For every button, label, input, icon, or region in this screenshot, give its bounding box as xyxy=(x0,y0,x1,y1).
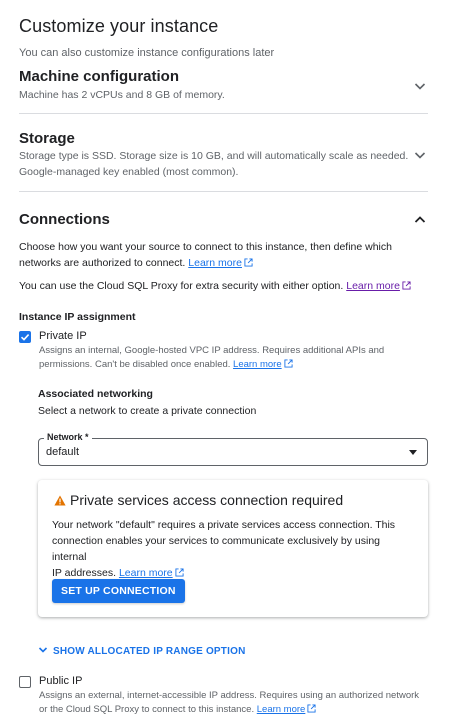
checkmark-icon xyxy=(20,334,30,341)
psa-learn-more-link[interactable]: Learn more xyxy=(119,567,184,579)
external-link-icon xyxy=(307,704,316,713)
machine-config-desc: Machine has 2 vCPUs and 8 GB of memory. xyxy=(19,89,225,101)
show-allocated-ip-range-toggle[interactable]: SHOW ALLOCATED IP RANGE OPTION xyxy=(38,645,245,657)
proxy-learn-more-link[interactable]: Learn more xyxy=(346,280,411,292)
external-link-icon xyxy=(175,568,184,577)
private-ip-label[interactable]: Private IP xyxy=(39,330,87,342)
storage-key-desc: Google-managed key enabled (most common)… xyxy=(19,166,239,178)
divider xyxy=(19,113,428,114)
setup-connection-button[interactable]: SET UP CONNECTION xyxy=(52,579,185,603)
caret-down-icon xyxy=(409,450,417,455)
chevron-down-icon[interactable] xyxy=(412,147,428,163)
psa-warning-card: Private services access connection requi… xyxy=(38,480,428,617)
connections-title: Connections xyxy=(19,211,110,228)
storage-desc: Storage type is SSD. Storage size is 10 … xyxy=(19,150,409,162)
connections-intro: Choose how you want your source to conne… xyxy=(19,241,392,269)
external-link-icon xyxy=(244,258,253,267)
private-ip-desc: Assigns an internal, Google-hosted VPC I… xyxy=(39,345,385,370)
assoc-networking-title: Associated networking xyxy=(38,388,153,400)
external-link-icon xyxy=(402,281,411,290)
chevron-up-icon[interactable] xyxy=(412,212,428,228)
chevron-down-icon[interactable] xyxy=(412,78,428,94)
private-ip-checkbox[interactable] xyxy=(19,331,31,343)
public-ip-desc: Assigns an external, internet-accessible… xyxy=(39,690,420,715)
external-link-icon xyxy=(284,359,293,368)
warning-icon xyxy=(54,495,66,506)
machine-config-title: Machine configuration xyxy=(19,68,180,85)
ip-assignment-label: Instance IP assignment xyxy=(19,311,136,323)
psa-card-title: Private services access connection requi… xyxy=(70,492,344,508)
storage-title: Storage xyxy=(19,130,75,147)
public-ip-checkbox[interactable] xyxy=(19,676,31,688)
network-select-label: Network * xyxy=(44,432,92,442)
divider xyxy=(19,191,428,192)
network-select[interactable]: Network * default xyxy=(38,432,428,466)
public-ip-learn-more-link[interactable]: Learn more xyxy=(257,704,317,715)
private-ip-learn-more-link[interactable]: Learn more xyxy=(233,359,293,370)
page-title: Customize your instance xyxy=(19,16,219,36)
psa-card-text: Your network "default" requires a privat… xyxy=(52,519,396,579)
storage-section[interactable]: Storage Storage type is SSD. Storage siz… xyxy=(19,130,428,182)
page-subtitle: You can also customize instance configur… xyxy=(19,47,275,59)
network-select-value: default xyxy=(46,446,80,458)
assoc-networking-desc: Select a network to create a private con… xyxy=(38,405,257,417)
machine-config-section[interactable]: Machine configuration Machine has 2 vCPU… xyxy=(19,68,428,104)
learn-more-link[interactable]: Learn more xyxy=(188,257,253,269)
public-ip-label[interactable]: Public IP xyxy=(39,675,82,687)
proxy-text: You can use the Cloud SQL Proxy for extr… xyxy=(19,278,419,294)
chevron-down-icon xyxy=(38,647,48,653)
